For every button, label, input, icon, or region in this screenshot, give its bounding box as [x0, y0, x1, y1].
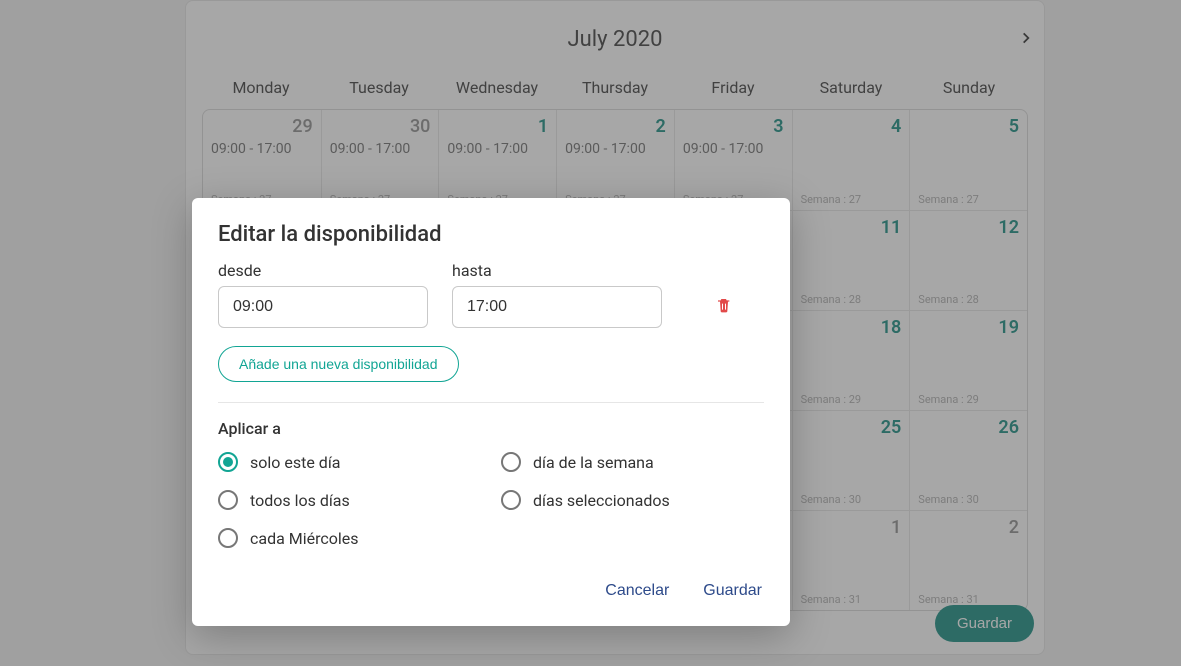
from-time-input[interactable]	[218, 286, 428, 328]
apply-option-label: día de la semana	[533, 453, 654, 472]
radio-icon	[501, 452, 521, 472]
edit-availability-modal: Editar la disponibilidad desde hasta Aña…	[192, 198, 790, 626]
delete-icon[interactable]	[716, 296, 732, 328]
cancel-button[interactable]: Cancelar	[603, 578, 671, 604]
modal-overlay[interactable]: Editar la disponibilidad desde hasta Aña…	[0, 0, 1181, 666]
apply-option-label: solo este día	[250, 453, 340, 472]
apply-to-title: Aplicar a	[218, 419, 764, 438]
radio-icon	[218, 452, 238, 472]
radio-icon	[218, 528, 238, 548]
modal-title: Editar la disponibilidad	[218, 222, 764, 247]
to-time-input[interactable]	[452, 286, 662, 328]
modal-save-button[interactable]: Guardar	[701, 578, 764, 604]
apply-option-label: días seleccionados	[533, 491, 670, 510]
apply-option[interactable]: cada Miércoles	[218, 528, 481, 548]
apply-option-label: cada Miércoles	[250, 529, 359, 548]
add-availability-button[interactable]: Añade una nueva disponibilidad	[218, 346, 459, 382]
apply-option-label: todos los días	[250, 491, 350, 510]
apply-option[interactable]: días seleccionados	[501, 490, 764, 510]
radio-icon	[501, 490, 521, 510]
apply-options: solo este día día de la semana todos los d…	[218, 452, 764, 548]
divider	[218, 402, 764, 403]
from-label: desde	[218, 261, 428, 280]
apply-option[interactable]: día de la semana	[501, 452, 764, 472]
radio-icon	[218, 490, 238, 510]
apply-option[interactable]: solo este día	[218, 452, 481, 472]
apply-option[interactable]: todos los días	[218, 490, 481, 510]
to-label: hasta	[452, 261, 662, 280]
